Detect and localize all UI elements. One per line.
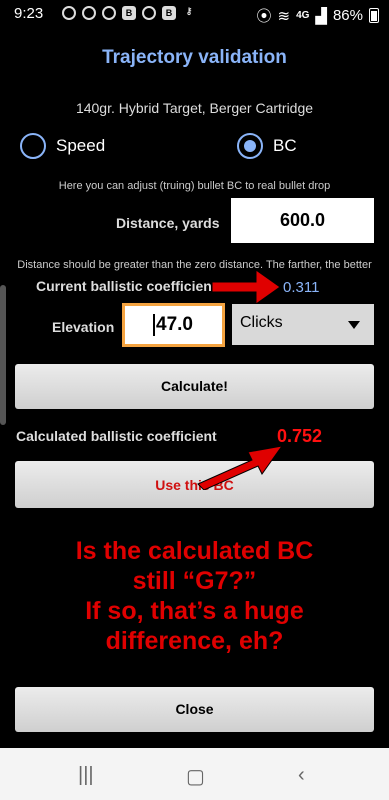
red-arrow-annotation: [197, 445, 284, 490]
notification-icons: B B ⚷: [62, 6, 196, 20]
recent-apps-icon[interactable]: |||: [78, 764, 94, 787]
location-icon: ⦿: [256, 8, 272, 25]
distance-input[interactable]: 600.0: [231, 198, 374, 243]
close-button[interactable]: Close: [15, 687, 374, 732]
notification-icon: [82, 6, 96, 20]
radio-speed[interactable]: Speed: [20, 133, 105, 159]
network-type: 4G: [296, 10, 310, 21]
calculated-bc-label: Calculated ballistic coefficient: [16, 428, 217, 444]
notification-icon: [102, 6, 116, 20]
battery-percent: 86%: [332, 7, 363, 24]
signal-icon: ▟: [315, 7, 327, 25]
elevation-unit-select[interactable]: Clicks: [232, 304, 374, 345]
home-icon[interactable]: ▢: [186, 764, 205, 789]
distance-hint: Distance should be greater than the zero…: [17, 259, 372, 271]
red-arrow-annotation: [212, 269, 281, 305]
key-icon: ⚷: [185, 6, 193, 16]
radio-bc-label: BC: [273, 136, 297, 155]
back-icon[interactable]: ‹: [298, 764, 305, 787]
radio-speed-label: Speed: [56, 136, 106, 155]
page-title: Trajectory validation: [102, 47, 287, 68]
dropdown-arrow-icon: [348, 321, 360, 329]
annotation-line: difference, eh?: [105, 627, 284, 655]
navigation-bar: ||| ▢ ‹: [0, 748, 389, 800]
notification-icon: B: [162, 6, 176, 20]
mode-radio-group: Speed BC: [20, 133, 380, 165]
annotation-line: still “G7?”: [132, 567, 257, 595]
battery-icon: [369, 8, 379, 23]
bc-hint: Here you can adjust (truing) bullet BC t…: [58, 180, 331, 192]
notification-icon: [62, 6, 76, 20]
elevation-input[interactable]: 47.0: [122, 303, 225, 347]
current-bc-label: Current ballistic coefficient: [36, 278, 217, 294]
notification-icon: B: [122, 6, 136, 20]
elevation-value: 47.0: [156, 314, 193, 336]
radio-bc[interactable]: BC: [237, 133, 297, 159]
text-caret: [153, 314, 155, 336]
elevation-unit-value: Clicks: [240, 314, 283, 331]
wifi-icon: ≋: [277, 7, 291, 25]
radio-circle-selected[interactable]: [237, 133, 263, 159]
annotation-line: If so, that’s a huge: [85, 597, 304, 625]
notification-icon: [142, 6, 156, 20]
distance-label: Distance, yards: [116, 215, 220, 231]
status-time: 9:23: [14, 5, 44, 22]
annotation-text: Is the calculated BC still “G7?” If so, …: [0, 536, 389, 656]
elevation-label: Elevation: [52, 319, 115, 335]
edge-panel-handle[interactable]: [0, 285, 6, 425]
radio-circle[interactable]: [20, 133, 46, 159]
current-bc-value: 0.311: [283, 279, 320, 296]
use-bc-button[interactable]: Use this BC: [15, 461, 374, 508]
calculate-button[interactable]: Calculate!: [15, 364, 374, 409]
cartridge-name: 140gr. Hybrid Target, Berger Cartridge: [75, 100, 314, 116]
annotation-line: Is the calculated BC: [75, 537, 314, 565]
status-bar: 9:23 B B ⚷ ⦿ ≋ 4G ▟ 86%: [0, 0, 389, 28]
